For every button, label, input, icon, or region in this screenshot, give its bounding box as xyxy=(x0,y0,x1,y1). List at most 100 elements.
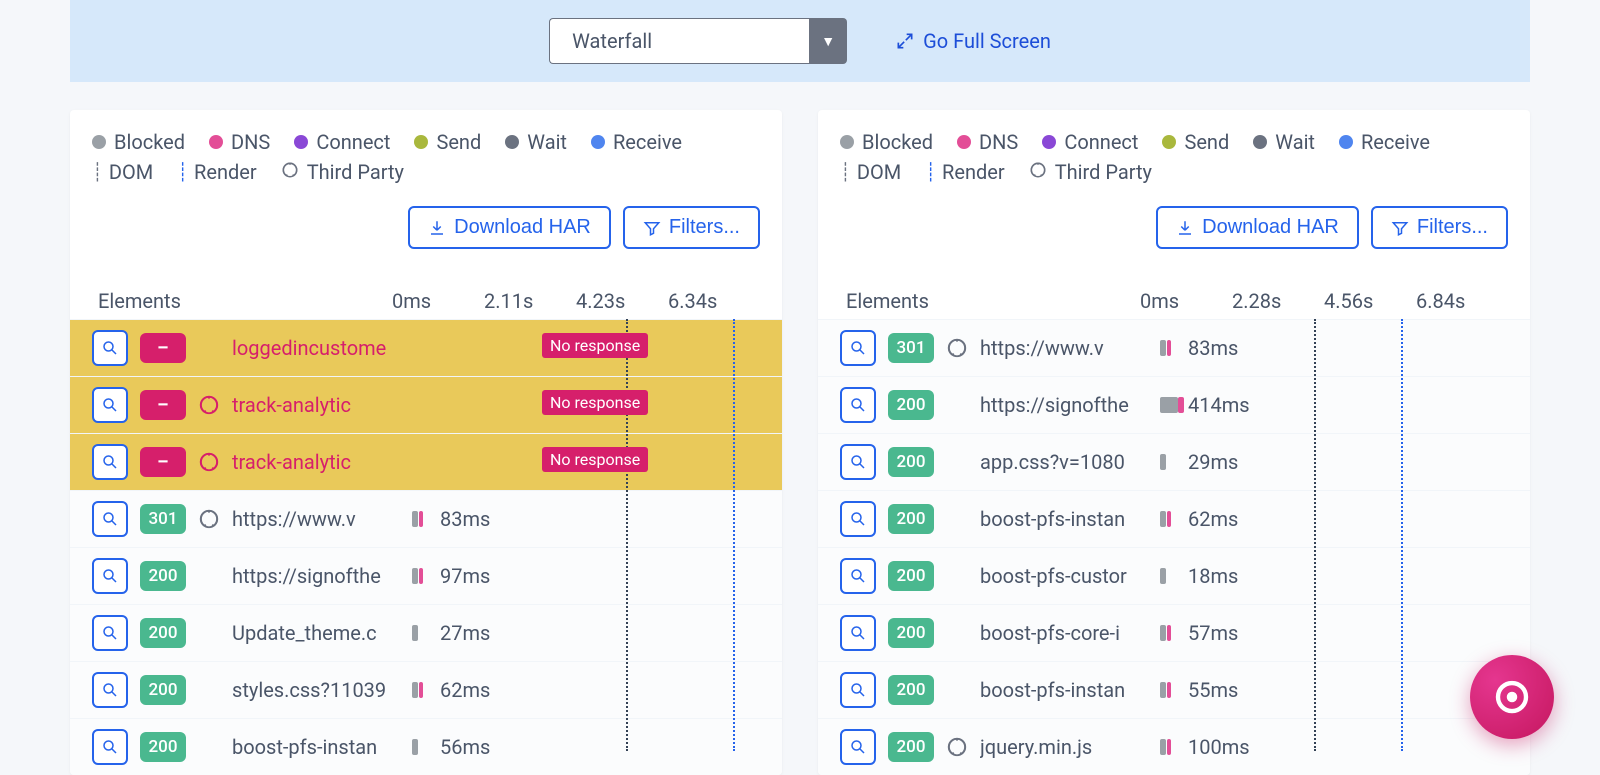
waterfall-row[interactable]: − track-analytic No response xyxy=(70,376,782,433)
row-inspect-button[interactable] xyxy=(92,387,128,423)
legend-dom: ┊DOM xyxy=(92,160,153,184)
legend-dns: DNS xyxy=(957,130,1018,154)
axis-ticks: 0ms2.11s4.23s6.34s xyxy=(392,289,760,313)
legend-row-2: ┊DOM ┊Render Third Party xyxy=(92,160,760,184)
search-icon xyxy=(849,624,867,642)
row-gantt: 62ms xyxy=(412,675,760,705)
row-inspect-button[interactable] xyxy=(840,729,876,765)
inspect-icon xyxy=(1491,676,1533,718)
row-gantt: 97ms xyxy=(412,561,760,591)
waterfall-area: 301 https://www.v 83ms 200 https://signo… xyxy=(840,319,1508,775)
row-inspect-button[interactable] xyxy=(840,444,876,480)
fullscreen-label: Go Full Screen xyxy=(923,29,1051,53)
search-icon xyxy=(849,567,867,585)
panel-toolbar: Download HAR Filters... xyxy=(840,206,1508,249)
search-icon xyxy=(849,738,867,756)
waterfall-row[interactable]: 200 https://signofthe 414ms xyxy=(818,376,1530,433)
download-har-button[interactable]: Download HAR xyxy=(408,206,611,249)
axis-tick: 2.28s xyxy=(1232,289,1324,313)
search-icon xyxy=(101,339,119,357)
row-gantt: 83ms xyxy=(1160,333,1508,363)
row-inspect-button[interactable] xyxy=(840,330,876,366)
waterfall-area: − loggedincustome No response − track-an… xyxy=(92,319,760,775)
row-time: 100ms xyxy=(1188,735,1250,759)
help-fab[interactable] xyxy=(1470,655,1554,739)
legend-send: Send xyxy=(1162,130,1229,154)
waterfall-row[interactable]: 200 Update_theme.c 27ms xyxy=(70,604,782,661)
row-time: 83ms xyxy=(440,507,490,531)
row-gantt: 100ms xyxy=(1160,732,1508,762)
fullscreen-link[interactable]: Go Full Screen xyxy=(895,29,1051,53)
row-inspect-button[interactable] xyxy=(92,501,128,537)
status-badge: − xyxy=(140,390,186,420)
row-name: track-analytic xyxy=(232,450,400,474)
waterfall-row[interactable]: 200 boost-pfs-instan 62ms xyxy=(818,490,1530,547)
row-gantt: No response xyxy=(412,447,760,477)
row-time: 18ms xyxy=(1188,564,1238,588)
view-select[interactable]: Waterfall ▼ xyxy=(549,18,847,64)
legend-row-1: Blocked DNS Connect Send Wait Receive xyxy=(92,130,760,154)
row-time: 414ms xyxy=(1188,393,1250,417)
search-icon xyxy=(101,624,119,642)
search-icon xyxy=(101,510,119,528)
axis-elements-label: Elements xyxy=(840,289,1140,313)
legend-blocked: Blocked xyxy=(840,130,933,154)
status-badge: 200 xyxy=(888,504,934,534)
legend-row-2: ┊DOM ┊Render Third Party xyxy=(840,160,1508,184)
status-badge: 200 xyxy=(888,732,934,762)
waterfall-row[interactable]: 200 boost-pfs-custor 18ms xyxy=(818,547,1530,604)
row-inspect-button[interactable] xyxy=(840,501,876,537)
row-inspect-button[interactable] xyxy=(92,558,128,594)
waterfall-row[interactable]: − loggedincustome No response xyxy=(70,319,782,376)
legend-third-party: Third Party xyxy=(1029,160,1152,184)
panel-toolbar: Download HAR Filters... xyxy=(92,206,760,249)
row-inspect-button[interactable] xyxy=(840,387,876,423)
row-name: loggedincustome xyxy=(232,336,400,360)
row-name: https://signofthe xyxy=(980,393,1148,417)
row-name: boost-pfs-instan xyxy=(980,507,1148,531)
row-name: https://www.v xyxy=(980,336,1148,360)
waterfall-row[interactable]: 200 jquery.min.js 100ms xyxy=(818,718,1530,775)
download-har-button[interactable]: Download HAR xyxy=(1156,206,1359,249)
search-icon xyxy=(849,510,867,528)
third-party-icon xyxy=(946,337,968,359)
row-gantt: 414ms xyxy=(1160,390,1508,420)
row-gantt: No response xyxy=(412,333,760,363)
waterfall-row[interactable]: 301 https://www.v 83ms xyxy=(818,319,1530,376)
row-inspect-button[interactable] xyxy=(92,330,128,366)
waterfall-row[interactable]: − track-analytic No response xyxy=(70,433,782,490)
filters-button[interactable]: Filters... xyxy=(1371,206,1508,249)
top-bar: Waterfall ▼ Go Full Screen xyxy=(70,0,1530,82)
no-response-badge: No response xyxy=(542,447,648,472)
row-inspect-button[interactable] xyxy=(92,615,128,651)
row-time: 83ms xyxy=(1188,336,1238,360)
waterfall-row[interactable]: 200 boost-pfs-instan 55ms xyxy=(818,661,1530,718)
waterfall-row[interactable]: 200 https://signofthe 97ms xyxy=(70,547,782,604)
download-icon xyxy=(428,219,446,237)
filters-button[interactable]: Filters... xyxy=(623,206,760,249)
row-inspect-button[interactable] xyxy=(92,444,128,480)
row-inspect-button[interactable] xyxy=(840,558,876,594)
waterfall-row[interactable]: 200 boost-pfs-instan 56ms xyxy=(70,718,782,775)
search-icon xyxy=(849,453,867,471)
status-badge: − xyxy=(140,447,186,477)
waterfall-row[interactable]: 200 boost-pfs-core-i 57ms xyxy=(818,604,1530,661)
axis-row: Elements 0ms2.11s4.23s6.34s xyxy=(92,289,760,319)
row-inspect-button[interactable] xyxy=(840,615,876,651)
legend-row-1: Blocked DNS Connect Send Wait Receive xyxy=(840,130,1508,154)
waterfall-row[interactable]: 200 styles.css?11039 62ms xyxy=(70,661,782,718)
row-name: app.css?v=1080 xyxy=(980,450,1148,474)
search-icon xyxy=(849,339,867,357)
row-time: 55ms xyxy=(1188,678,1238,702)
status-badge: 200 xyxy=(140,561,186,591)
waterfall-row[interactable]: 200 app.css?v=1080 29ms xyxy=(818,433,1530,490)
row-gantt: 18ms xyxy=(1160,561,1508,591)
legend-third-party: Third Party xyxy=(281,160,404,184)
waterfall-row[interactable]: 301 https://www.v 83ms xyxy=(70,490,782,547)
status-badge: 200 xyxy=(888,618,934,648)
row-time: 62ms xyxy=(1188,507,1238,531)
row-inspect-button[interactable] xyxy=(92,672,128,708)
row-inspect-button[interactable] xyxy=(840,672,876,708)
legend-blocked: Blocked xyxy=(92,130,185,154)
row-inspect-button[interactable] xyxy=(92,729,128,765)
